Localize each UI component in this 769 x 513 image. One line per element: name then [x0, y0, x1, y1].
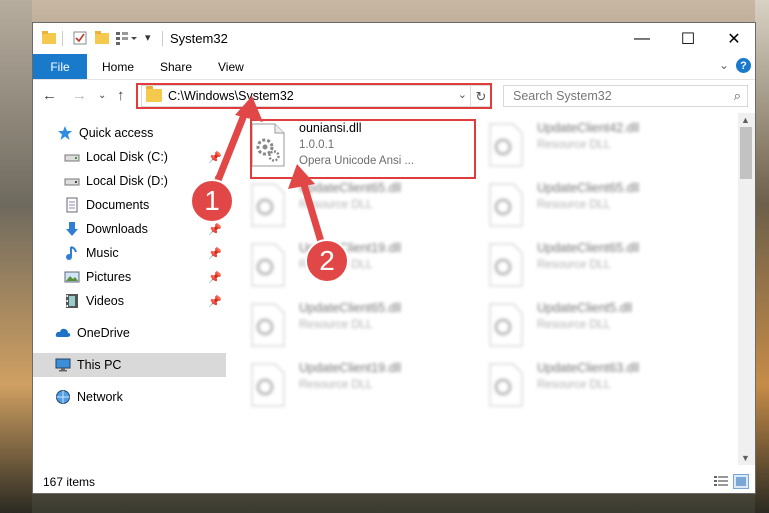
arrow-2-line — [298, 176, 326, 247]
arrow-1-line — [211, 108, 250, 190]
step-1-badge: 1 — [190, 179, 234, 223]
arrow-2-head — [288, 164, 315, 189]
step-2-badge: 2 — [305, 239, 349, 283]
annotation-arrows — [211, 96, 326, 247]
